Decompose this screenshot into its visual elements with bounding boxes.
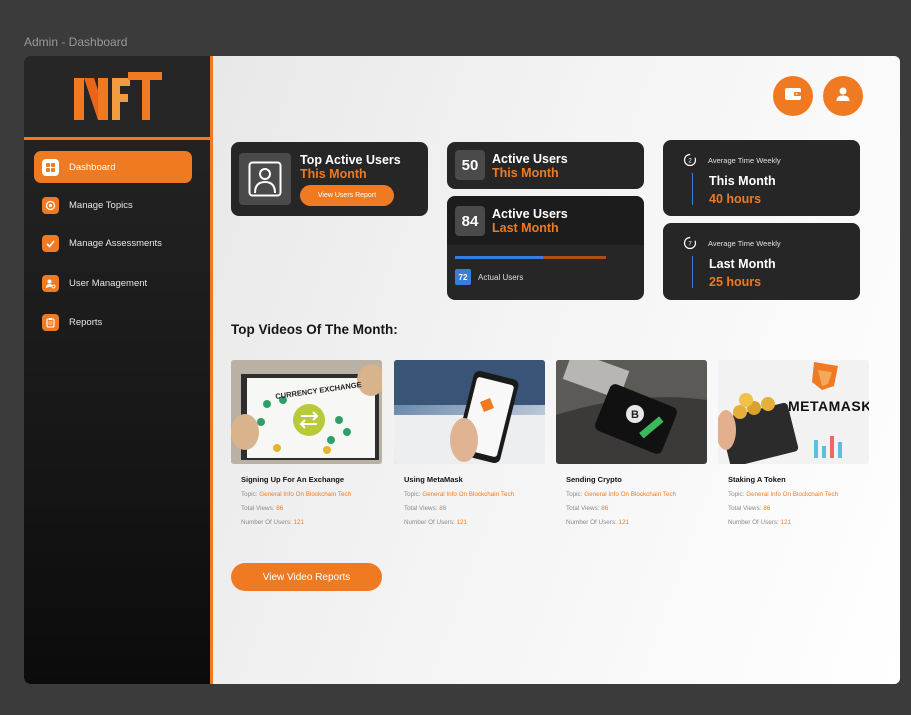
clipboard-icon — [42, 313, 59, 331]
video-thumbnail[interactable]: B — [556, 360, 707, 464]
main-content: Top Active Users This Month View Users R… — [213, 56, 900, 684]
sidebar-item-label: Reports — [69, 316, 103, 328]
video-thumbnail[interactable]: CURRENCY EXCHANGE — [231, 360, 382, 464]
avg-time-period: This Month — [709, 174, 776, 188]
sidebar: Dashboard Manage Topics Manage Assessmen… — [24, 56, 210, 684]
active-users-last-month-card: 84 Active Users Last Month 72 Actual Use… — [447, 196, 644, 300]
sidebar-item-manage-topics[interactable]: Manage Topics — [34, 189, 192, 221]
card-subtitle: This Month — [492, 166, 559, 180]
timer-icon: 2 — [683, 153, 697, 172]
timeline-line — [692, 256, 693, 288]
avg-time-period: Last Month — [709, 257, 776, 271]
timeline-line — [692, 173, 693, 205]
top-active-users-card: Top Active Users This Month View Users R… — [231, 142, 428, 216]
sidebar-item-label: User Management — [69, 277, 148, 289]
card-title: Active Users — [492, 152, 568, 166]
active-users-count: 84 — [455, 206, 485, 236]
video-topic: Topic: General Info On Blockchain Tech — [728, 491, 839, 498]
video-topic: Topic: General Info On Blockchain Tech — [404, 491, 515, 498]
user-gear-icon — [42, 274, 59, 292]
card-subtitle: Last Month — [492, 221, 559, 235]
logo-area — [24, 56, 210, 140]
video-thumbnail[interactable] — [394, 360, 545, 464]
avg-time-value: 40 hours — [709, 192, 762, 206]
sidebar-item-label: Manage Topics — [69, 199, 133, 211]
actual-users-label: Actual Users — [478, 273, 524, 282]
video-title: Staking A Token — [728, 475, 786, 484]
timer-icon: 7 — [683, 236, 697, 255]
video-title: Sending Crypto — [566, 475, 622, 484]
video-topic: Topic: General Info On Blockchain Tech — [241, 491, 352, 498]
avg-time-value: 25 hours — [709, 275, 762, 289]
video-users: Number Of Users: 121 — [566, 519, 630, 526]
video-users: Number Of Users: 121 — [404, 519, 468, 526]
check-icon — [42, 234, 59, 252]
sidebar-item-label: Manage Assessments — [69, 237, 162, 249]
video-card[interactable]: B Sending Crypto Topic: General Info On … — [556, 360, 707, 526]
avg-time-this-month-card: 2 Average Time Weekly This Month 40 hour… — [663, 140, 860, 216]
card-title: Active Users — [492, 207, 568, 221]
sidebar-item-user-management[interactable]: User Management — [34, 267, 192, 299]
card-subtitle: This Month — [300, 167, 367, 181]
profile-button[interactable] — [823, 76, 863, 116]
card-title: Top Active Users — [300, 153, 401, 167]
video-users: Number Of Users: 121 — [728, 519, 792, 526]
sidebar-item-manage-assessments[interactable]: Manage Assessments — [34, 227, 192, 259]
view-video-reports-button[interactable]: View Video Reports — [231, 563, 382, 591]
user-icon — [835, 86, 851, 107]
nft-logo — [74, 72, 162, 120]
video-card[interactable]: Using MetaMask Topic: General Info On Bl… — [394, 360, 545, 526]
video-views: Total Views: 86 — [404, 505, 447, 512]
progress-fill — [455, 256, 543, 259]
window-title: Admin - Dashboard — [24, 35, 128, 49]
top-videos-heading: Top Videos Of The Month: — [231, 322, 398, 337]
wallet-button[interactable] — [773, 76, 813, 116]
video-title: Signing Up For An Exchange — [241, 475, 345, 484]
video-card[interactable]: CURRENCY EXCHANGE Signing Up For An Exch… — [231, 360, 382, 526]
grid-icon — [42, 158, 59, 176]
avg-time-label: Average Time Weekly — [708, 156, 781, 165]
video-views: Total Views: 86 — [728, 505, 771, 512]
video-topic: Topic: General Info On Blockchain Tech — [566, 491, 677, 498]
sidebar-item-reports[interactable]: Reports — [34, 306, 192, 338]
svg-text:2: 2 — [688, 159, 692, 165]
video-thumbnail[interactable]: METAMASK — [718, 360, 869, 464]
avg-time-label: Average Time Weekly — [708, 239, 781, 248]
thumbnail-caption: METAMASK — [788, 398, 869, 414]
view-users-report-button[interactable]: View Users Report — [300, 185, 394, 206]
avg-time-last-month-card: 7 Average Time Weekly Last Month 25 hour… — [663, 223, 860, 300]
video-users: Number Of Users: 121 — [241, 519, 305, 526]
app-window: Dashboard Manage Topics Manage Assessmen… — [24, 56, 900, 684]
wallet-icon — [784, 87, 802, 106]
video-title: Using MetaMask — [404, 475, 463, 484]
video-views: Total Views: 86 — [566, 505, 609, 512]
progress-track — [455, 256, 606, 259]
target-icon — [42, 196, 59, 214]
active-users-this-month-card: 50 Active Users This Month — [447, 142, 644, 189]
svg-text:B: B — [631, 409, 639, 421]
active-users-count: 50 — [455, 150, 485, 180]
svg-text:7: 7 — [688, 242, 692, 248]
sidebar-item-label: Dashboard — [69, 161, 116, 173]
video-views: Total Views: 86 — [241, 505, 284, 512]
actual-users-count: 72 — [455, 269, 471, 285]
user-portrait-icon — [239, 153, 291, 205]
video-card[interactable]: METAMASK Staking A Token Topic: General … — [718, 360, 869, 526]
sidebar-item-dashboard[interactable]: Dashboard — [34, 151, 192, 183]
